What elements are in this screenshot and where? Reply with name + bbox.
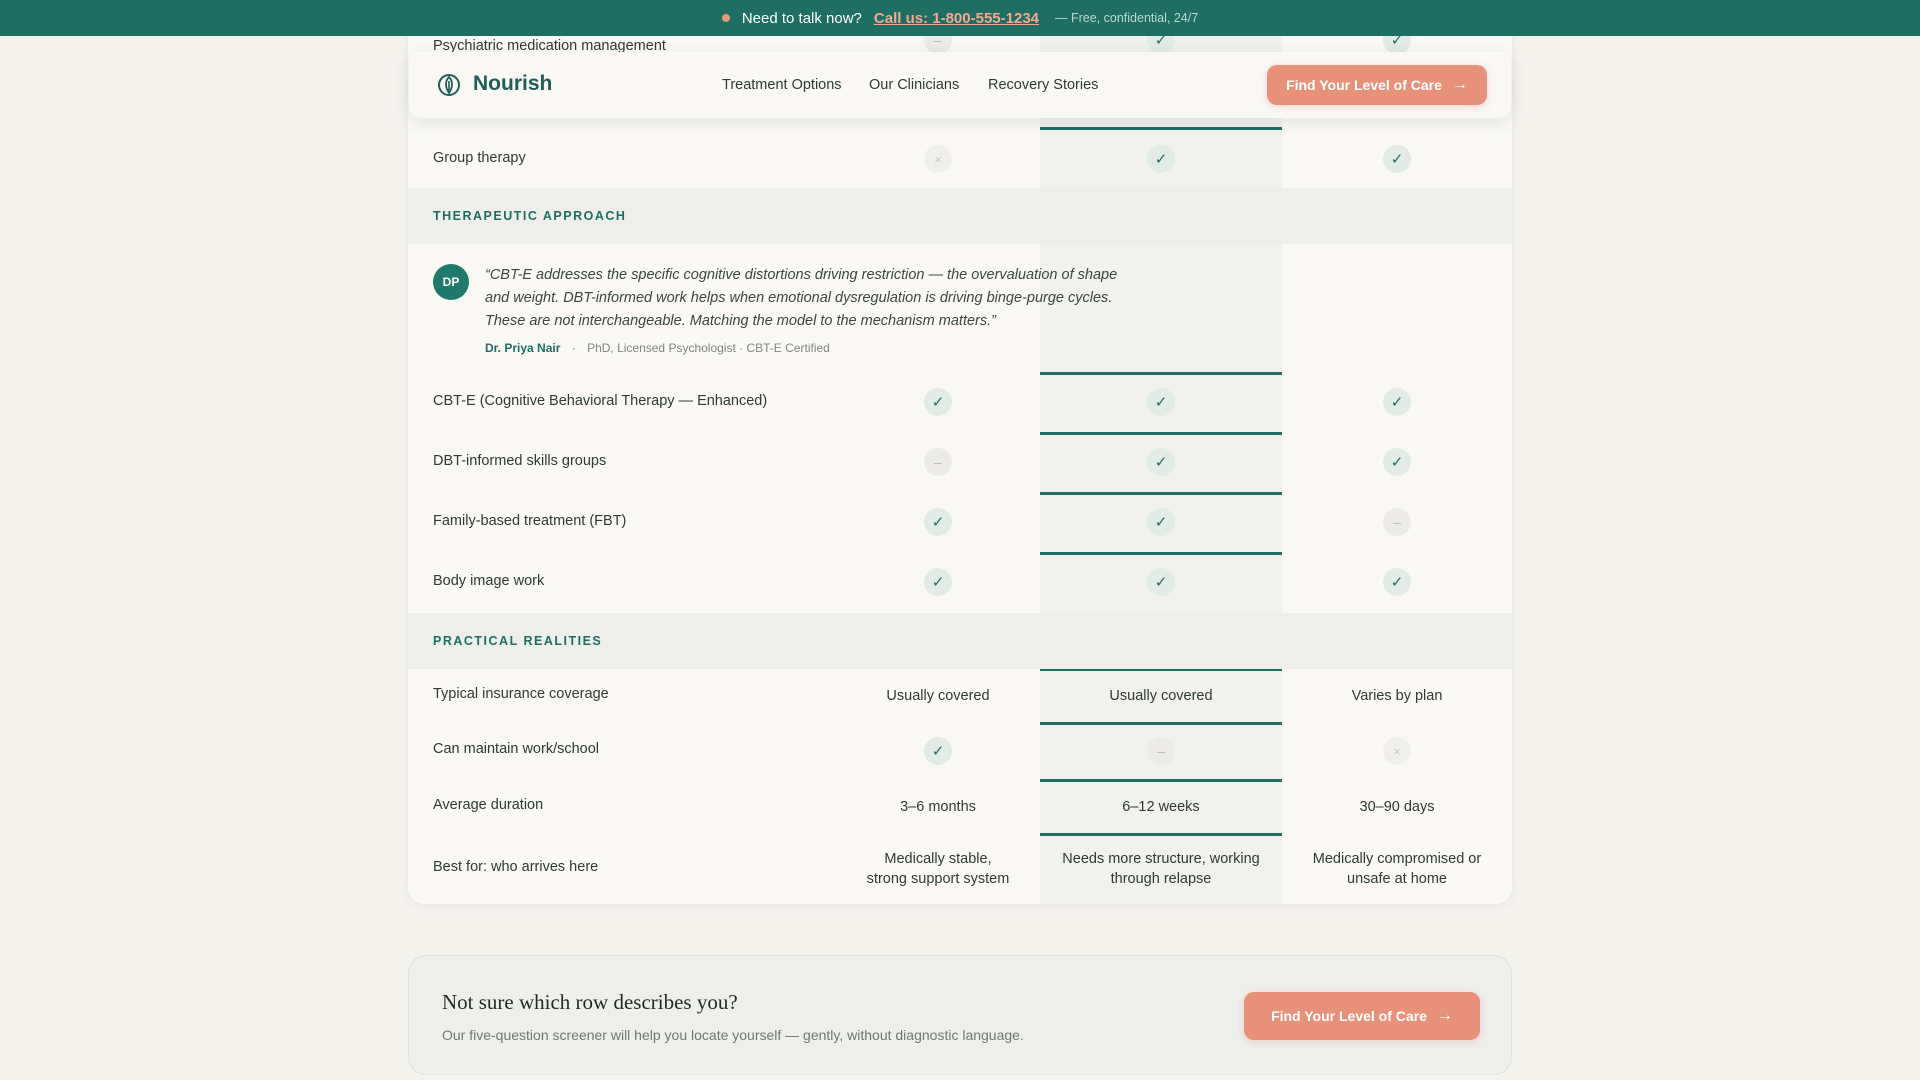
call-phone-link[interactable]: Call us: 1-800-555-1234 [874,10,1039,27]
leaf-logo-icon [438,74,460,96]
button-label: Find Your Level of Care [1271,1008,1427,1024]
table-cell: 6–12 weeks [1122,799,1200,815]
check-icon: ✓ [1147,145,1175,173]
table-cell: 30–90 days [1359,799,1435,815]
cross-icon: × [1383,737,1411,765]
table-cell: Medically compromised or unsafe at home [1312,851,1482,887]
section-header: THERAPEUTIC APPROACH [408,188,1512,244]
check-icon: ✓ [1147,448,1175,476]
check-icon: ✓ [1147,388,1175,416]
row-label: Best for: who arrives here [433,859,599,875]
table-row: CBT-E (Cognitive Behavioral Therapy — En… [408,372,1512,432]
quote-author: Dr. Priya Nair [485,341,561,355]
dash-icon: – [924,448,952,476]
check-icon: ✓ [1383,145,1411,173]
table-row: DBT-informed skills groups – ✓ ✓ [408,432,1512,492]
comparison-table: Psychiatric medication management – ✓ ✓ … [408,0,1512,904]
find-level-of-care-button[interactable]: Find Your Level of Care → [1244,992,1480,1040]
check-icon: ✓ [1383,448,1411,476]
nav-link-recovery-stories[interactable]: Recovery Stories [988,77,1098,93]
check-icon: ✓ [1383,568,1411,596]
nav-link-our-clinicians[interactable]: Our Clinicians [869,77,959,93]
check-icon: ✓ [1383,388,1411,416]
site-header: Nourish Treatment Options Our Clinicians… [409,52,1511,118]
row-label: Body image work [433,573,545,589]
cross-icon: × [924,145,952,173]
status-dot-icon [721,14,730,22]
table-row: Group therapy × ✓ ✓ [408,130,1512,188]
row-label: Family-based treatment (FBT) [433,513,627,529]
section-header: PRACTICAL REALITIES [408,613,1512,669]
row-label: CBT-E (Cognitive Behavioral Therapy — En… [433,393,768,409]
check-icon: ✓ [1147,508,1175,536]
arrow-right-icon: → [1451,76,1468,93]
quote-credentials: PhD, Licensed Psychologist · CBT-E Certi… [587,341,830,355]
find-level-of-care-button[interactable]: Find Your Level of Care → [1267,65,1487,105]
row-label: Group therapy [433,150,526,166]
nav-link-treatment-options[interactable]: Treatment Options [722,77,842,93]
crisis-banner: Need to talk now? Call us: 1-800-555-123… [0,0,1920,36]
table-cell: Medically stable, strong support system [866,851,1010,887]
table-cell: Usually covered [1109,688,1213,704]
table-row: Best for: who arrives here Medically sta… [408,834,1512,904]
row-label: Average duration [433,797,544,813]
row-label: Can maintain work/school [433,741,600,757]
check-icon: ✓ [924,508,952,536]
button-label: Find Your Level of Care [1286,77,1442,93]
table-cell: Varies by plan [1351,688,1443,704]
row-label: DBT-informed skills groups [433,453,607,469]
dash-icon: – [1383,508,1411,536]
check-icon: ✓ [924,568,952,596]
check-icon: ✓ [924,737,952,765]
row-label: Typical insurance coverage [433,686,609,702]
quote-attribution: Dr. Priya Nair · PhD, Licensed Psycholog… [485,341,830,355]
clinician-quote: “CBT-E addresses the specific cognitive … [485,267,1118,329]
table-row: Typical insurance coverage Usually cover… [408,669,1512,723]
screener-cta: Not sure which row describes you? Our fi… [408,955,1512,1075]
table-cell: Needs more structure, working through re… [1062,851,1260,887]
cta-subtitle: Our five-question screener will help you… [442,1027,1024,1043]
table-row: Average duration 3–6 months 6–12 weeks 3… [408,780,1512,834]
dash-icon: – [1147,737,1175,765]
cta-title: Not sure which row describes you? [442,990,738,1014]
table-row: Family-based treatment (FBT) ✓ ✓ – [408,492,1512,552]
brand-name[interactable]: Nourish [473,72,552,96]
table-row: Body image work ✓ ✓ ✓ [408,552,1512,612]
table-cell: 3–6 months [900,799,976,815]
check-icon: ✓ [924,388,952,416]
avatar: DP [433,264,469,300]
arrow-right-icon: → [1436,1007,1453,1024]
crisis-prompt: Need to talk now? [741,9,862,27]
table-row: Can maintain work/school ✓ – × [408,723,1512,779]
table-cell: Usually covered [886,688,990,704]
check-icon: ✓ [1147,568,1175,596]
crisis-note: — Free, confidential, 24/7 [1055,11,1199,25]
